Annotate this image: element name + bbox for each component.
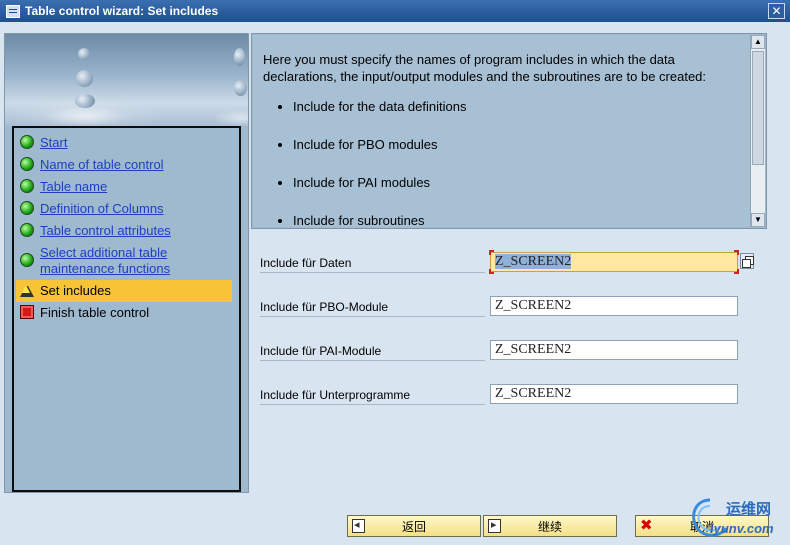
- focus-corner: [489, 269, 494, 274]
- info-bullet: Include for the data definitions: [293, 98, 740, 115]
- window-titlebar: Table control wizard: Set includes ✕: [0, 0, 790, 22]
- red-square-icon: [20, 305, 34, 319]
- scroll-thumb[interactable]: [752, 51, 764, 165]
- step-label[interactable]: Name of table control: [40, 157, 164, 173]
- wizard-steps-panel: Start Name of table control Table name D…: [4, 33, 249, 493]
- scroll-down-button[interactable]: ▼: [751, 213, 765, 227]
- subroutine-include-label: Include für Unterprogramme: [260, 388, 485, 405]
- water-drop-image: [5, 34, 248, 126]
- form-row-pai-include: Include für PAI-Module Z_SCREEN2: [260, 340, 750, 362]
- back-icon: [352, 518, 365, 533]
- back-button[interactable]: 返回: [347, 515, 481, 537]
- form-row-data-include: Include für Daten Z_SCREEN2: [260, 250, 754, 274]
- watermark-logo: 运维网 iyunv.com: [686, 494, 786, 542]
- focus-corner: [734, 269, 739, 274]
- step-finish-table-control: Finish table control: [16, 302, 232, 324]
- green-light-icon: [20, 135, 34, 149]
- pai-include-field[interactable]: Z_SCREEN2: [490, 340, 738, 360]
- step-start[interactable]: Start: [16, 132, 232, 154]
- scroll-up-button[interactable]: ▲: [751, 35, 765, 49]
- focus-corner: [734, 250, 739, 255]
- watermark-line2: iyunv.com: [710, 521, 774, 536]
- green-light-icon: [20, 179, 34, 193]
- window-title: Table control wizard: Set includes: [25, 4, 219, 18]
- green-light-icon: [20, 253, 34, 267]
- info-panel: Here you must specify the names of progr…: [251, 33, 767, 229]
- warning-triangle-icon: [20, 283, 34, 297]
- step-label[interactable]: Table control attributes: [40, 223, 171, 239]
- data-include-field[interactable]: Z_SCREEN2: [490, 252, 738, 272]
- pbo-include-field[interactable]: Z_SCREEN2: [490, 296, 738, 316]
- step-label[interactable]: Start: [40, 135, 67, 151]
- step-table-name[interactable]: Table name: [16, 176, 232, 198]
- continue-button-label: 继续: [537, 519, 562, 534]
- step-label[interactable]: Definition of Columns: [40, 201, 164, 217]
- subroutine-include-field[interactable]: Z_SCREEN2: [490, 384, 738, 404]
- step-name-of-table-control[interactable]: Name of table control: [16, 154, 232, 176]
- pai-include-label: Include für PAI-Module: [260, 344, 485, 361]
- continue-icon: [488, 518, 501, 533]
- wizard-step-list: Start Name of table control Table name D…: [12, 126, 241, 492]
- form-row-subroutine-include: Include für Unterprogramme Z_SCREEN2: [260, 384, 750, 406]
- back-button-label: 返回: [401, 519, 426, 534]
- step-label[interactable]: Table name: [40, 179, 107, 195]
- step-definition-of-columns[interactable]: Definition of Columns: [16, 198, 232, 220]
- info-intro: Here you must specify the names of progr…: [263, 52, 707, 84]
- continue-button[interactable]: 继续: [483, 515, 617, 537]
- info-text: Here you must specify the names of progr…: [253, 35, 750, 227]
- pbo-include-label: Include für PBO-Module: [260, 300, 485, 317]
- step-table-control-attributes[interactable]: Table control attributes: [16, 220, 232, 242]
- info-bullet: Include for subroutines: [293, 212, 740, 227]
- dialog-icon: [6, 4, 20, 18]
- form-row-pbo-include: Include für PBO-Module Z_SCREEN2: [260, 296, 750, 318]
- step-label: Set includes: [40, 283, 111, 298]
- step-label: Finish table control: [40, 305, 150, 320]
- step-set-includes: Set includes: [16, 280, 232, 302]
- step-additional-maintenance-functions[interactable]: Select additional table maintenance func…: [16, 242, 232, 280]
- focus-corner: [489, 250, 494, 255]
- close-button[interactable]: ✕: [768, 3, 785, 19]
- green-light-icon: [20, 157, 34, 171]
- watermark-line1: 运维网: [726, 501, 772, 518]
- data-include-label: Include für Daten: [260, 256, 485, 273]
- info-bullet: Include for PAI modules: [293, 174, 740, 191]
- step-label[interactable]: Select additional table maintenance func…: [40, 245, 180, 277]
- value-help-icon[interactable]: [740, 253, 754, 269]
- info-bullet-list: Include for the data definitions Include…: [263, 98, 740, 227]
- green-light-icon: [20, 201, 34, 215]
- info-bullet: Include for PBO modules: [293, 136, 740, 153]
- cancel-x-icon: ✖: [640, 517, 653, 534]
- green-light-icon: [20, 223, 34, 237]
- info-scrollbar[interactable]: ▲ ▼: [750, 35, 765, 227]
